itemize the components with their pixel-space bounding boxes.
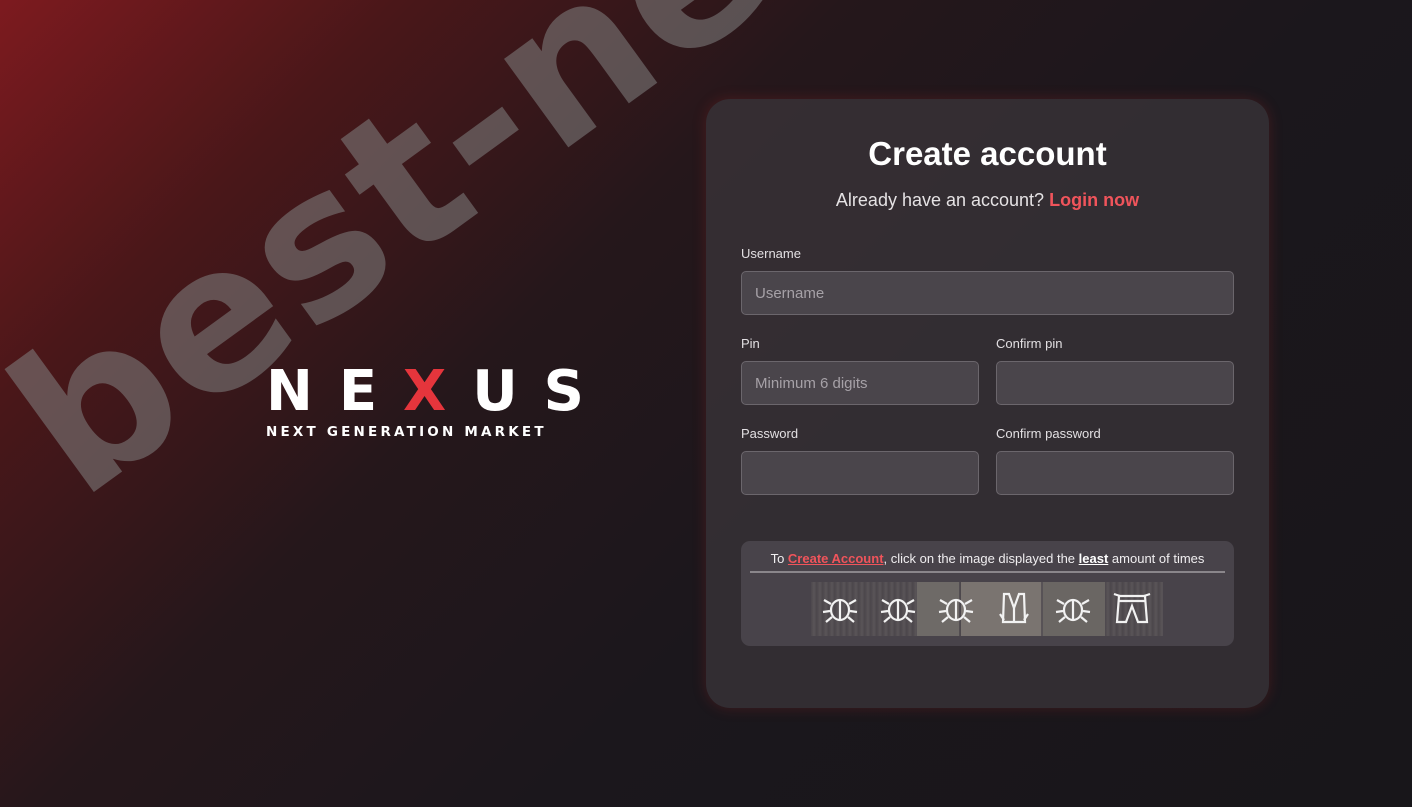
captcha-image[interactable] <box>811 582 1163 636</box>
nexus-logo: N E X U S NEXT GENERATION MARKET <box>266 359 584 441</box>
login-now-link[interactable]: Login now <box>1049 190 1139 210</box>
confirm-pin-input[interactable] <box>996 361 1234 405</box>
username-input[interactable] <box>741 271 1234 315</box>
logo-letter-accent: X <box>403 359 447 424</box>
captcha-text-middle: , click on the image displayed the <box>883 551 1076 566</box>
beetle-icon <box>1055 598 1091 623</box>
logo-letter: S <box>543 359 584 424</box>
captcha-box: To Create Account, click on the image di… <box>741 541 1234 646</box>
confirm-password-label: Confirm password <box>996 426 1101 441</box>
logo-letter: U <box>472 359 518 424</box>
logo-letter: N <box>266 359 313 424</box>
pants-icon <box>1113 592 1151 624</box>
captcha-action-label: Create Account <box>787 551 884 566</box>
page-title: Create account <box>868 135 1107 172</box>
captcha-divider <box>750 571 1225 573</box>
password-label: Password <box>741 426 799 441</box>
confirm-pin-label: Confirm pin <box>996 336 1063 351</box>
pin-input[interactable] <box>741 361 979 405</box>
captcha-emphasis: least <box>1078 551 1109 566</box>
captcha-text-before: To <box>770 551 785 566</box>
confirm-password-input[interactable] <box>996 451 1234 495</box>
captcha-text-after: amount of times <box>1111 551 1205 566</box>
password-input[interactable] <box>741 451 979 495</box>
logo-wordmark: N E X U S <box>266 359 584 424</box>
beetle-icon <box>822 598 858 623</box>
login-prompt-text: Already have an account? <box>835 190 1045 210</box>
vest-icon <box>999 592 1029 624</box>
logo-tagline: NEXT GENERATION MARKET <box>266 424 547 440</box>
beetle-icon <box>880 598 916 623</box>
logo-letter: E <box>338 359 378 424</box>
beetle-icon <box>938 598 974 623</box>
captcha-instructions: To Create Account, click on the image di… <box>741 551 1234 566</box>
login-prompt: Already have an account? Login now <box>706 190 1269 211</box>
pin-label: Pin <box>741 336 760 351</box>
username-label: Username <box>741 246 801 261</box>
create-account-card: Create account Already have an account? … <box>706 99 1269 708</box>
